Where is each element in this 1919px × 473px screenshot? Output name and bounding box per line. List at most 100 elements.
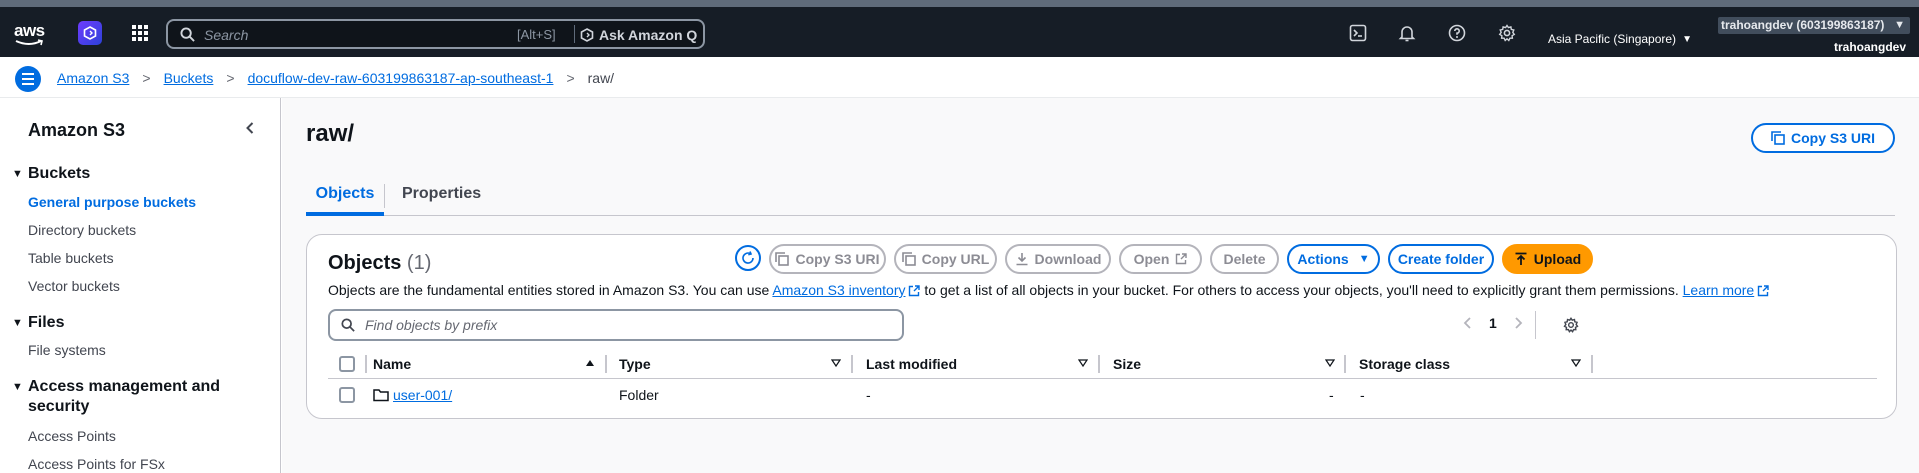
actions-dropdown-button[interactable]: Actions ▼ — [1287, 244, 1380, 274]
sidebar-item-access-points-fsx[interactable]: Access Points for FSx — [28, 456, 165, 472]
column-header-size[interactable]: Size — [1113, 356, 1141, 372]
download-icon — [1016, 253, 1028, 266]
caret-down-icon: ▼ — [1894, 19, 1905, 31]
username: trahoangdev — [1834, 40, 1907, 54]
global-search[interactable]: Search [Alt+S] Ask Amazon Q — [166, 19, 705, 49]
object-size: - — [1329, 387, 1334, 403]
delete-button[interactable]: Delete — [1210, 244, 1279, 274]
create-folder-button[interactable]: Create folder — [1388, 244, 1494, 274]
ask-amazon-q-button[interactable]: Ask Amazon Q — [580, 25, 697, 45]
aws-logo-text: aws — [14, 20, 45, 40]
amazon-q-icon — [580, 28, 594, 42]
breadcrumb-bucket[interactable]: docuflow-dev-raw-603199863187-ap-southea… — [248, 70, 554, 86]
sort-icon[interactable] — [1325, 358, 1335, 368]
cloudshell-icon[interactable] — [1349, 23, 1369, 43]
table-row: user-001/ Folder - - - — [328, 380, 1877, 410]
services-grid-icon[interactable] — [131, 23, 151, 43]
refresh-icon — [742, 251, 754, 264]
upload-button[interactable]: Upload — [1502, 244, 1593, 274]
copy-icon — [1771, 131, 1785, 145]
folder-icon — [373, 388, 389, 402]
column-divider — [851, 355, 853, 373]
main-content: raw/ Copy S3 URI Objects Properties Obje… — [282, 98, 1919, 473]
account-menu[interactable]: trahoangdev (603199863187) ▼ — [1718, 17, 1910, 34]
aws-smile-icon — [15, 38, 43, 45]
caret-down-icon: ▼ — [12, 168, 23, 180]
breadcrumb-amazon-s3[interactable]: Amazon S3 — [57, 70, 129, 86]
column-header-type[interactable]: Type — [619, 356, 651, 372]
settings-gear-icon[interactable] — [1498, 23, 1518, 43]
sort-icon[interactable] — [1078, 358, 1088, 368]
chevron-right-icon: > — [226, 70, 235, 86]
sidebar-item-file-systems[interactable]: File systems — [28, 342, 106, 358]
help-icon[interactable] — [1448, 23, 1468, 43]
search-placeholder: Search — [204, 27, 249, 43]
page-number[interactable]: 1 — [1489, 315, 1497, 331]
objects-description: Objects are the fundamental entities sto… — [328, 282, 1769, 298]
sort-icon[interactable] — [831, 358, 841, 368]
sidenav-section-files[interactable]: ▼ Files — [12, 313, 250, 333]
next-page-icon[interactable] — [1511, 316, 1525, 330]
region-label: Asia Pacific (Singapore) — [1548, 32, 1677, 46]
caret-down-icon: ▼ — [12, 381, 23, 393]
copy-icon — [775, 252, 790, 266]
objects-panel: Objects (1) Copy S3 URI Copy URL Downloa… — [306, 234, 1897, 419]
aws-logo[interactable]: aws — [14, 19, 52, 49]
tab-objects[interactable]: Objects — [306, 176, 384, 216]
sidebar-item-table-buckets[interactable]: Table buckets — [28, 250, 114, 266]
object-name-link[interactable]: user-001/ — [393, 387, 452, 403]
row-checkbox[interactable] — [339, 387, 355, 403]
column-header-last-modified[interactable]: Last modified — [866, 356, 957, 372]
breadcrumb: Amazon S3 > Buckets > docuflow-dev-raw-6… — [57, 70, 614, 86]
sort-ascending-icon[interactable] — [585, 358, 595, 368]
copy-s3-uri-button[interactable]: Copy S3 URI — [769, 244, 886, 274]
objects-count: (1) — [406, 252, 432, 274]
chevron-right-icon: > — [566, 70, 575, 86]
open-button[interactable]: Open — [1119, 244, 1202, 274]
tab-properties[interactable]: Properties — [402, 176, 481, 216]
region-selector[interactable]: Asia Pacific (Singapore) ▼ — [1548, 32, 1692, 46]
caret-down-icon: ▼ — [12, 317, 23, 329]
object-type: Folder — [619, 387, 659, 403]
object-storage-class: - — [1360, 387, 1365, 403]
previous-page-icon[interactable] — [1461, 316, 1475, 330]
sidenav-section-access-management[interactable]: ▼ Access management and security — [12, 377, 250, 417]
column-divider — [1344, 355, 1346, 373]
column-header-name[interactable]: Name — [373, 356, 411, 372]
search-shortcut: [Alt+S] — [517, 27, 556, 42]
sidebar-item-vector-buckets[interactable]: Vector buckets — [28, 278, 120, 294]
copy-url-button[interactable]: Copy URL — [894, 244, 997, 274]
external-link-icon — [1758, 285, 1769, 297]
column-divider — [365, 355, 367, 373]
external-link-icon — [1176, 253, 1188, 265]
search-icon — [180, 27, 195, 42]
s3-inventory-link[interactable]: Amazon S3 inventory — [772, 282, 921, 298]
sidebar-item-directory-buckets[interactable]: Directory buckets — [28, 222, 136, 238]
close-sidenav-icon[interactable] — [242, 120, 258, 136]
sidebar-item-general-purpose-buckets[interactable]: General purpose buckets — [28, 194, 196, 210]
side-menu-toggle-icon[interactable] — [15, 66, 41, 92]
tab-bar: Objects Properties — [306, 176, 1895, 216]
tab-divider — [384, 184, 385, 208]
select-all-checkbox[interactable] — [339, 356, 355, 372]
refresh-button[interactable] — [735, 245, 761, 271]
side-navigation: Amazon S3 ▼ Buckets General purpose buck… — [0, 98, 281, 473]
amazon-q-logo-icon[interactable] — [78, 21, 102, 45]
table-preferences-gear-icon[interactable] — [1563, 317, 1579, 333]
caret-down-icon: ▼ — [1682, 33, 1692, 45]
pager-divider — [1535, 311, 1536, 339]
sidenav-title[interactable]: Amazon S3 — [28, 120, 125, 141]
sidebar-item-access-points[interactable]: Access Points — [28, 428, 116, 444]
column-header-storage-class[interactable]: Storage class — [1359, 356, 1450, 372]
sort-icon[interactable] — [1571, 358, 1581, 368]
learn-more-link[interactable]: Learn more — [1683, 282, 1770, 298]
find-objects-input[interactable]: Find objects by prefix — [328, 309, 904, 341]
search-icon — [341, 318, 355, 332]
header-copy-s3-uri-button[interactable]: Copy S3 URI — [1751, 123, 1895, 153]
notifications-bell-icon[interactable] — [1398, 23, 1418, 43]
download-button[interactable]: Download — [1005, 244, 1111, 274]
sidenav-section-buckets[interactable]: ▼ Buckets — [12, 164, 250, 184]
external-link-icon — [909, 285, 921, 297]
breadcrumb-buckets[interactable]: Buckets — [164, 70, 214, 86]
column-divider — [605, 355, 607, 373]
